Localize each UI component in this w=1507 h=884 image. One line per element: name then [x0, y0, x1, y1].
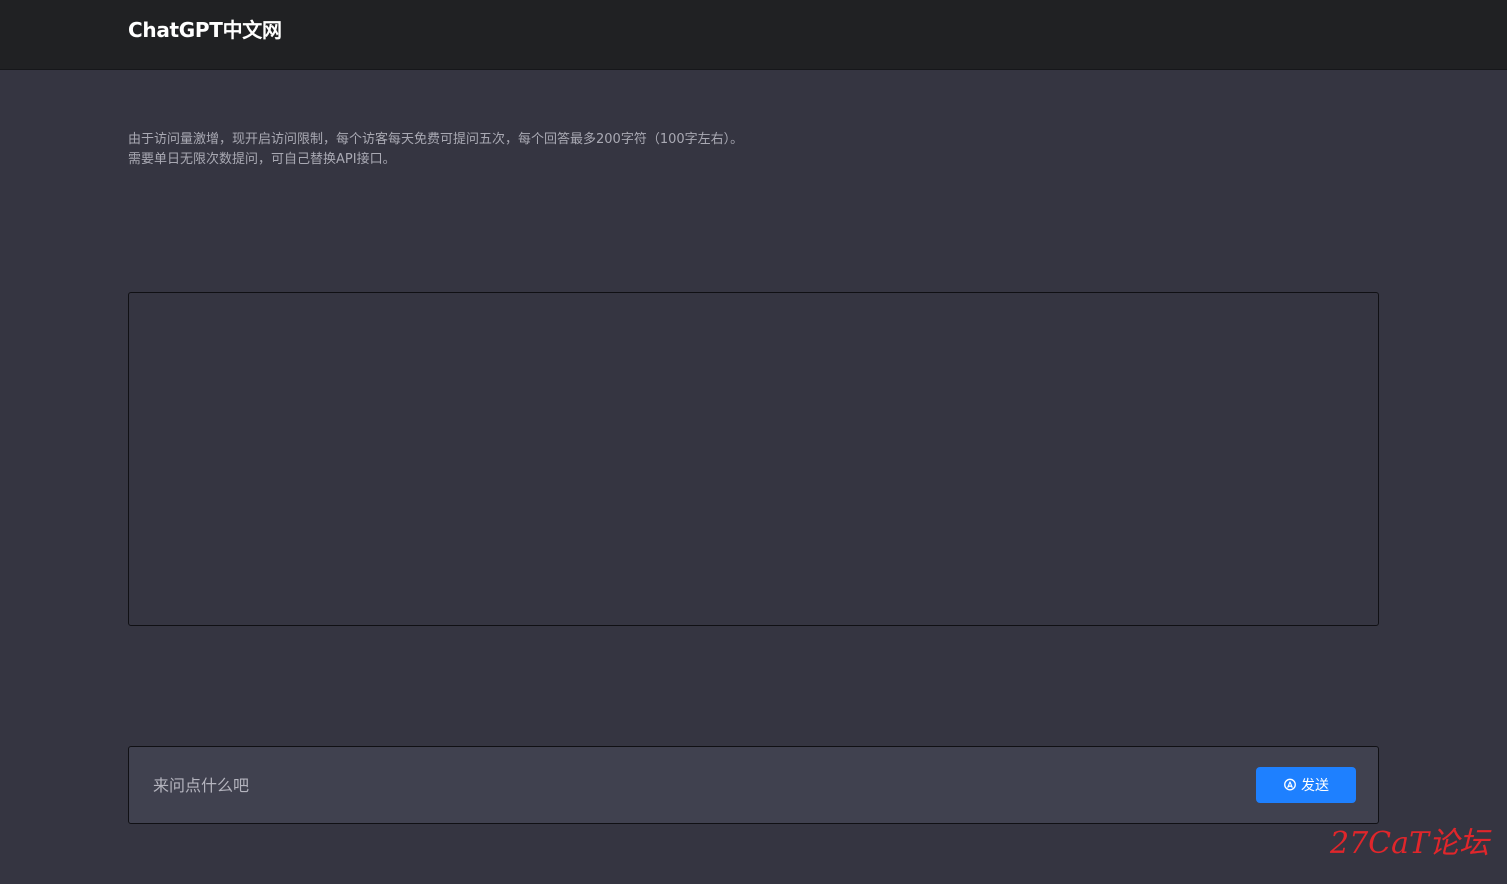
- notice-line-2: 需要单日无限次数提问，可自己替换API接口。: [128, 152, 396, 167]
- usage-notice: 由于访问量激增，现开启访问限制，每个访客每天免费可提问五次，每个回答最多200字…: [128, 130, 743, 170]
- question-input[interactable]: [153, 771, 1233, 799]
- send-button-label: 发送: [1301, 778, 1329, 794]
- question-composer: 发送: [128, 746, 1379, 824]
- send-icon: [1284, 778, 1296, 791]
- top-bar: ChatGPT中文网: [0, 0, 1507, 70]
- send-button[interactable]: 发送: [1256, 767, 1356, 803]
- notice-line-1: 由于访问量激增，现开启访问限制，每个访客每天免费可提问五次，每个回答最多200字…: [128, 132, 744, 147]
- answer-display-area[interactable]: [128, 292, 1379, 626]
- site-title[interactable]: ChatGPT中文网: [128, 17, 282, 43]
- forum-watermark: 27CaT论坛: [1330, 826, 1490, 861]
